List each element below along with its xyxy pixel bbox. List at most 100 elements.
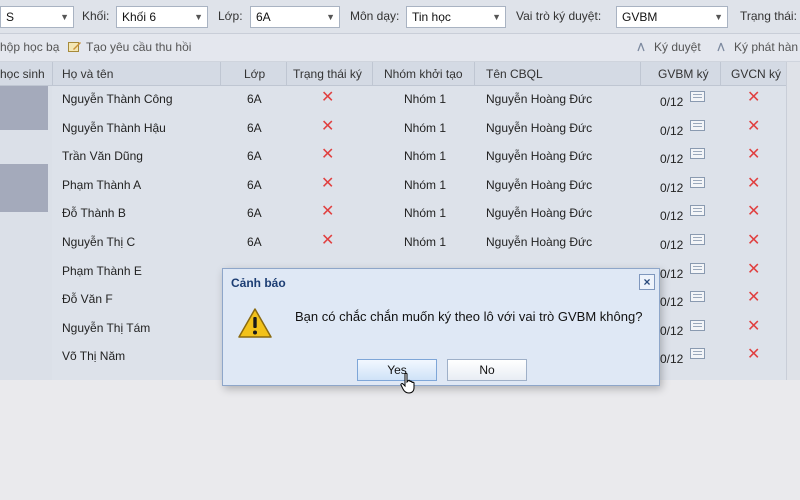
khoi-select[interactable]: Khối 6 ▼ [116, 6, 208, 28]
cross-icon: ✕ [321, 89, 335, 106]
table-row[interactable]: Nguyễn Thị C 6A ✕ Nhóm 1 Nguyễn Hoàng Đức 0/1… [0, 229, 800, 258]
chevron-down-icon: ▼ [492, 12, 501, 22]
group-cell: Nhóm 1 [404, 206, 447, 221]
cross-icon: ✕ [747, 174, 761, 192]
ky-phat-hanh-button[interactable]: Ký phát hàn [716, 40, 798, 54]
ky-duyet-button[interactable]: Ký duyệt [636, 40, 701, 54]
gvbm-count: 0/12 [660, 209, 684, 224]
student-name: Đỗ Văn F [62, 292, 113, 307]
document-icon[interactable] [690, 176, 705, 188]
table-row[interactable]: Nguyễn Thành Công 6A ✕ Nhóm 1 Nguyễn Hoàng Đ… [0, 86, 800, 115]
col-trang-thai[interactable]: Trạng thái ký [293, 67, 362, 81]
tao-yeu-cau-button[interactable]: Tạo yêu cầu thu hồi [68, 40, 191, 54]
lop-select[interactable]: 6A ▼ [250, 6, 340, 28]
table-row[interactable]: Nguyễn Thành Hậu 6A ✕ Nhóm 1 Nguyễn Hoàng Đứ… [0, 115, 800, 144]
document-icon[interactable] [690, 262, 705, 274]
cross-icon: ✕ [747, 146, 761, 164]
edit-icon [68, 42, 81, 52]
group-cell: Nhóm 1 [404, 120, 447, 135]
col-hoc-sinh[interactable]: học sinh [0, 67, 45, 81]
cross-icon: ✕ [747, 203, 761, 221]
vaitro-select[interactable]: GVBM ▼ [616, 6, 728, 28]
ky-phat-hanh-label: Ký phát hàn [734, 40, 799, 54]
student-name: Trần Văn Dũng [62, 149, 143, 164]
gvbm-count: 0/12 [660, 123, 684, 138]
document-icon[interactable] [690, 348, 705, 360]
cbql-cell: Nguyễn Hoàng Đức [486, 235, 593, 249]
gvbm-count: 0/12 [660, 352, 684, 367]
col-ho-ten[interactable]: Họ và tên [62, 67, 113, 81]
nop-hoc-ba-button[interactable]: hộp học bạ [0, 40, 59, 54]
confirm-dialog: Cảnh báo × Bạn có chắc chắn muốn ký theo… [222, 268, 660, 386]
chevron-down-icon: ▼ [194, 12, 203, 22]
gvbm-count: 0/12 [660, 180, 684, 195]
khoi-label: Khối: [82, 9, 110, 23]
document-icon[interactable] [690, 291, 705, 303]
group-cell: Nhóm 1 [404, 177, 447, 192]
cross-icon: ✕ [747, 117, 761, 135]
cross-icon: ✕ [321, 117, 335, 135]
vaitro-select-value: GVBM [622, 10, 658, 24]
student-name: Nguyễn Thị C [62, 235, 136, 249]
class-cell: 6A [247, 235, 262, 249]
khoi-select-value: Khối 6 [122, 10, 157, 24]
col-lop[interactable]: Lớp [244, 67, 265, 81]
document-icon[interactable] [690, 148, 705, 160]
col-gvbm[interactable]: GVBM ký [658, 67, 709, 81]
group-cell: Nhóm 1 [404, 149, 447, 164]
close-icon[interactable]: × [639, 274, 655, 290]
document-icon[interactable] [690, 319, 705, 331]
student-name: Nguyễn Thành Hậu [62, 120, 166, 135]
tao-yeu-cau-label: Tạo yêu cầu thu hồi [86, 40, 192, 54]
cross-icon: ✕ [747, 317, 761, 335]
col-nhom[interactable]: Nhóm khởi tạo [384, 67, 463, 81]
no-button[interactable]: No [447, 359, 527, 381]
gvbm-count: 0/12 [660, 152, 684, 167]
col-cbql[interactable]: Tên CBQL [486, 67, 543, 81]
col-gvcn[interactable]: GVCN ký [731, 67, 781, 81]
cross-icon: ✕ [747, 89, 761, 106]
class-cell: 6A [247, 92, 262, 106]
grid-scrollbar[interactable] [786, 62, 800, 380]
student-name: Đỗ Thành B [62, 206, 126, 221]
mon-select[interactable]: Tin học ▼ [406, 6, 506, 28]
trangthai-label: Trạng thái: [740, 9, 797, 23]
dialog-message: Bạn có chắc chắn muốn ký theo lô với vai… [295, 309, 643, 324]
gvbm-count: 0/12 [660, 238, 684, 252]
toolbar: hộp học bạ Tạo yêu cầu thu hồi Ký duyệt … [0, 34, 800, 62]
empty-area [0, 380, 800, 500]
cbql-cell: Nguyễn Hoàng Đức [486, 92, 593, 106]
cross-icon: ✕ [321, 232, 335, 249]
table-row[interactable]: Phạm Thành A 6A ✕ Nhóm 1 Nguyễn Hoàng Đức 0/1… [0, 172, 800, 201]
school-select[interactable]: S ▼ [0, 6, 74, 28]
cbql-cell: Nguyễn Hoàng Đức [486, 177, 593, 192]
cbql-cell: Nguyễn Hoàng Đức [486, 206, 593, 221]
table-row[interactable]: Trần Văn Dũng 6A ✕ Nhóm 1 Nguyễn Hoàng Đức 0/… [0, 143, 800, 172]
table-row[interactable]: Đỗ Thành B 6A ✕ Nhóm 1 Nguyễn Hoàng Đức 0/12 ✕ [0, 200, 800, 229]
cross-icon: ✕ [747, 289, 761, 307]
cbql-cell: Nguyễn Hoàng Đức [486, 120, 593, 135]
document-icon[interactable] [690, 234, 705, 245]
grid-header: học sinh Họ và tên Lớp Trạng thái ký Nhó… [0, 62, 800, 86]
document-icon[interactable] [690, 91, 705, 102]
school-select-value: S [6, 10, 15, 24]
gvbm-count: 0/12 [660, 295, 684, 310]
document-icon[interactable] [690, 119, 705, 131]
chevron-down-icon: ▼ [714, 12, 723, 22]
gvbm-count: 0/12 [660, 95, 684, 109]
chevron-down-icon: ▼ [326, 12, 335, 22]
filter-bar: S ▼ Khối: Khối 6 ▼ Lớp: 6A ▼ Môn dạy: Ti… [0, 0, 800, 34]
cross-icon: ✕ [321, 203, 335, 221]
document-icon[interactable] [690, 205, 705, 217]
yes-button[interactable]: Yes [357, 359, 437, 381]
hand-cursor-icon [400, 372, 415, 394]
chevron-down-icon: ▼ [60, 12, 69, 22]
gvbm-count: 0/12 [660, 266, 684, 281]
vaitro-label: Vai trò ký duyệt: [516, 9, 602, 23]
mon-select-value: Tin học [412, 10, 451, 24]
mon-label: Môn dạy: [350, 9, 400, 23]
cross-icon: ✕ [747, 346, 761, 364]
cross-icon: ✕ [747, 260, 761, 278]
class-cell: 6A [247, 120, 262, 135]
cross-icon: ✕ [321, 174, 335, 192]
